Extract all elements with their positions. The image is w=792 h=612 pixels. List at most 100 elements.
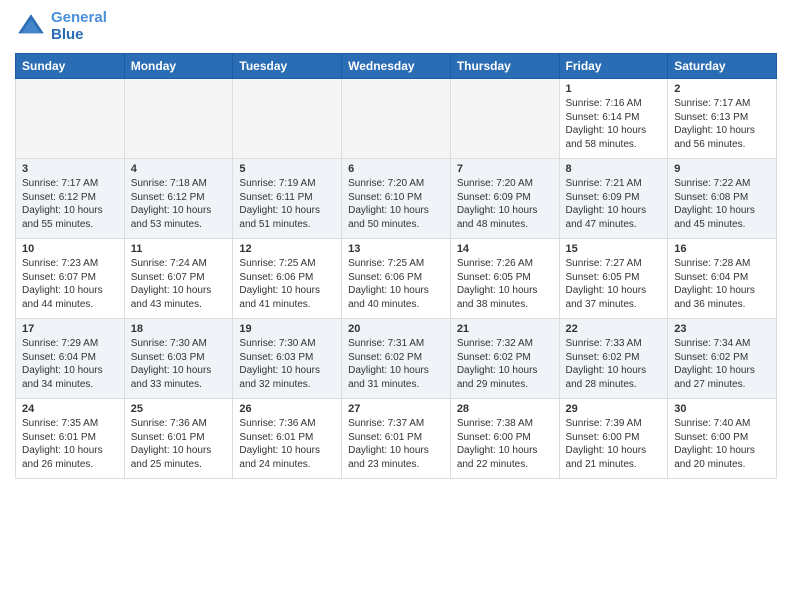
calendar-cell: 4 Sunrise: 7:18 AMSunset: 6:12 PMDaylight… (124, 159, 233, 239)
weekday-header-tuesday: Tuesday (233, 54, 342, 79)
day-info: Sunrise: 7:30 AMSunset: 6:03 PMDaylight:… (131, 337, 227, 391)
calendar-table: SundayMondayTuesdayWednesdayThursdayFrid… (15, 53, 777, 479)
calendar-cell: 5 Sunrise: 7:19 AMSunset: 6:11 PMDaylight… (233, 159, 342, 239)
calendar-cell (450, 79, 559, 159)
day-info: Sunrise: 7:25 AMSunset: 6:06 PMDaylight:… (348, 257, 444, 311)
day-number: 11 (131, 243, 227, 255)
day-info: Sunrise: 7:17 AMSunset: 6:12 PMDaylight:… (22, 177, 118, 231)
day-info: Sunrise: 7:20 AMSunset: 6:10 PMDaylight:… (348, 177, 444, 231)
day-info: Sunrise: 7:32 AMSunset: 6:02 PMDaylight:… (457, 337, 553, 391)
day-info: Sunrise: 7:22 AMSunset: 6:08 PMDaylight:… (674, 177, 770, 231)
day-number: 17 (22, 323, 118, 335)
day-info: Sunrise: 7:36 AMSunset: 6:01 PMDaylight:… (239, 417, 335, 471)
day-number: 29 (566, 403, 662, 415)
day-number: 24 (22, 403, 118, 415)
day-number: 2 (674, 83, 770, 95)
day-info: Sunrise: 7:31 AMSunset: 6:02 PMDaylight:… (348, 337, 444, 391)
calendar-cell: 20 Sunrise: 7:31 AMSunset: 6:02 PMDayligh… (342, 319, 451, 399)
day-info: Sunrise: 7:21 AMSunset: 6:09 PMDaylight:… (566, 177, 662, 231)
weekday-header-sunday: Sunday (16, 54, 125, 79)
day-info: Sunrise: 7:36 AMSunset: 6:01 PMDaylight:… (131, 417, 227, 471)
day-info: Sunrise: 7:27 AMSunset: 6:05 PMDaylight:… (566, 257, 662, 311)
day-number: 23 (674, 323, 770, 335)
calendar-cell: 15 Sunrise: 7:27 AMSunset: 6:05 PMDayligh… (559, 239, 668, 319)
calendar-cell: 25 Sunrise: 7:36 AMSunset: 6:01 PMDayligh… (124, 399, 233, 479)
calendar-cell: 22 Sunrise: 7:33 AMSunset: 6:02 PMDayligh… (559, 319, 668, 399)
day-info: Sunrise: 7:19 AMSunset: 6:11 PMDaylight:… (239, 177, 335, 231)
weekday-header-thursday: Thursday (450, 54, 559, 79)
calendar-cell: 1 Sunrise: 7:16 AMSunset: 6:14 PMDaylight… (559, 79, 668, 159)
calendar-week-1: 1 Sunrise: 7:16 AMSunset: 6:14 PMDaylight… (16, 79, 777, 159)
page: General Blue SundayMondayTuesdayWednesda… (0, 0, 792, 489)
day-info: Sunrise: 7:26 AMSunset: 6:05 PMDaylight:… (457, 257, 553, 311)
day-number: 4 (131, 163, 227, 175)
day-info: Sunrise: 7:24 AMSunset: 6:07 PMDaylight:… (131, 257, 227, 311)
calendar-cell: 12 Sunrise: 7:25 AMSunset: 6:06 PMDayligh… (233, 239, 342, 319)
calendar-cell: 9 Sunrise: 7:22 AMSunset: 6:08 PMDaylight… (668, 159, 777, 239)
calendar-cell: 30Sunrise: 7:40 AMSunset: 6:00 PMDayligh… (668, 399, 777, 479)
day-number: 18 (131, 323, 227, 335)
day-number: 19 (239, 323, 335, 335)
calendar-cell: 17 Sunrise: 7:29 AMSunset: 6:04 PMDayligh… (16, 319, 125, 399)
day-info: Sunrise: 7:37 AMSunset: 6:01 PMDaylight:… (348, 417, 444, 471)
header: General Blue (15, 10, 777, 43)
day-number: 15 (566, 243, 662, 255)
calendar-cell: 8 Sunrise: 7:21 AMSunset: 6:09 PMDaylight… (559, 159, 668, 239)
day-info: Sunrise: 7:29 AMSunset: 6:04 PMDaylight:… (22, 337, 118, 391)
calendar-cell (124, 79, 233, 159)
day-number: 8 (566, 163, 662, 175)
calendar-cell: 24Sunrise: 7:35 AMSunset: 6:01 PMDayligh… (16, 399, 125, 479)
day-info: Sunrise: 7:20 AMSunset: 6:09 PMDaylight:… (457, 177, 553, 231)
calendar-cell: 11 Sunrise: 7:24 AMSunset: 6:07 PMDayligh… (124, 239, 233, 319)
calendar-week-3: 10 Sunrise: 7:23 AMSunset: 6:07 PMDayligh… (16, 239, 777, 319)
day-info: Sunrise: 7:39 AMSunset: 6:00 PMDaylight:… (566, 417, 662, 471)
day-info: Sunrise: 7:25 AMSunset: 6:06 PMDaylight:… (239, 257, 335, 311)
calendar-cell: 21 Sunrise: 7:32 AMSunset: 6:02 PMDayligh… (450, 319, 559, 399)
day-info: Sunrise: 7:34 AMSunset: 6:02 PMDaylight:… (674, 337, 770, 391)
day-number: 9 (674, 163, 770, 175)
weekday-header-wednesday: Wednesday (342, 54, 451, 79)
day-number: 1 (566, 83, 662, 95)
weekday-header-friday: Friday (559, 54, 668, 79)
calendar-cell: 18 Sunrise: 7:30 AMSunset: 6:03 PMDayligh… (124, 319, 233, 399)
calendar-cell (342, 79, 451, 159)
day-number: 7 (457, 163, 553, 175)
calendar-cell: 14Sunrise: 7:26 AMSunset: 6:05 PMDayligh… (450, 239, 559, 319)
calendar-cell: 29 Sunrise: 7:39 AMSunset: 6:00 PMDayligh… (559, 399, 668, 479)
day-number: 27 (348, 403, 444, 415)
calendar-cell: 23 Sunrise: 7:34 AMSunset: 6:02 PMDayligh… (668, 319, 777, 399)
day-info: Sunrise: 7:28 AMSunset: 6:04 PMDaylight:… (674, 257, 770, 311)
calendar-cell (233, 79, 342, 159)
weekday-header-monday: Monday (124, 54, 233, 79)
calendar-week-4: 17 Sunrise: 7:29 AMSunset: 6:04 PMDayligh… (16, 319, 777, 399)
day-info: Sunrise: 7:18 AMSunset: 6:12 PMDaylight:… (131, 177, 227, 231)
calendar-cell: 10 Sunrise: 7:23 AMSunset: 6:07 PMDayligh… (16, 239, 125, 319)
logo-text: General Blue (51, 10, 107, 43)
weekday-header-row: SundayMondayTuesdayWednesdayThursdayFrid… (16, 54, 777, 79)
calendar-cell: 27 Sunrise: 7:37 AMSunset: 6:01 PMDayligh… (342, 399, 451, 479)
day-number: 16 (674, 243, 770, 255)
logo-icon (15, 11, 47, 43)
calendar-cell: 3 Sunrise: 7:17 AMSunset: 6:12 PMDaylight… (16, 159, 125, 239)
calendar-cell (16, 79, 125, 159)
day-number: 10 (22, 243, 118, 255)
calendar-cell: 13Sunrise: 7:25 AMSunset: 6:06 PMDayligh… (342, 239, 451, 319)
day-number: 28 (457, 403, 553, 415)
day-number: 21 (457, 323, 553, 335)
day-number: 3 (22, 163, 118, 175)
calendar-cell: 6Sunrise: 7:20 AMSunset: 6:10 PMDaylight… (342, 159, 451, 239)
logo: General Blue (15, 10, 107, 43)
day-number: 20 (348, 323, 444, 335)
weekday-header-saturday: Saturday (668, 54, 777, 79)
day-number: 22 (566, 323, 662, 335)
day-info: Sunrise: 7:23 AMSunset: 6:07 PMDaylight:… (22, 257, 118, 311)
day-number: 5 (239, 163, 335, 175)
calendar-cell: 2 Sunrise: 7:17 AMSunset: 6:13 PMDaylight… (668, 79, 777, 159)
day-number: 12 (239, 243, 335, 255)
day-info: Sunrise: 7:17 AMSunset: 6:13 PMDaylight:… (674, 97, 770, 151)
day-info: Sunrise: 7:16 AMSunset: 6:14 PMDaylight:… (566, 97, 662, 151)
calendar-cell: 19Sunrise: 7:30 AMSunset: 6:03 PMDayligh… (233, 319, 342, 399)
day-number: 25 (131, 403, 227, 415)
day-number: 26 (239, 403, 335, 415)
day-info: Sunrise: 7:33 AMSunset: 6:02 PMDaylight:… (566, 337, 662, 391)
